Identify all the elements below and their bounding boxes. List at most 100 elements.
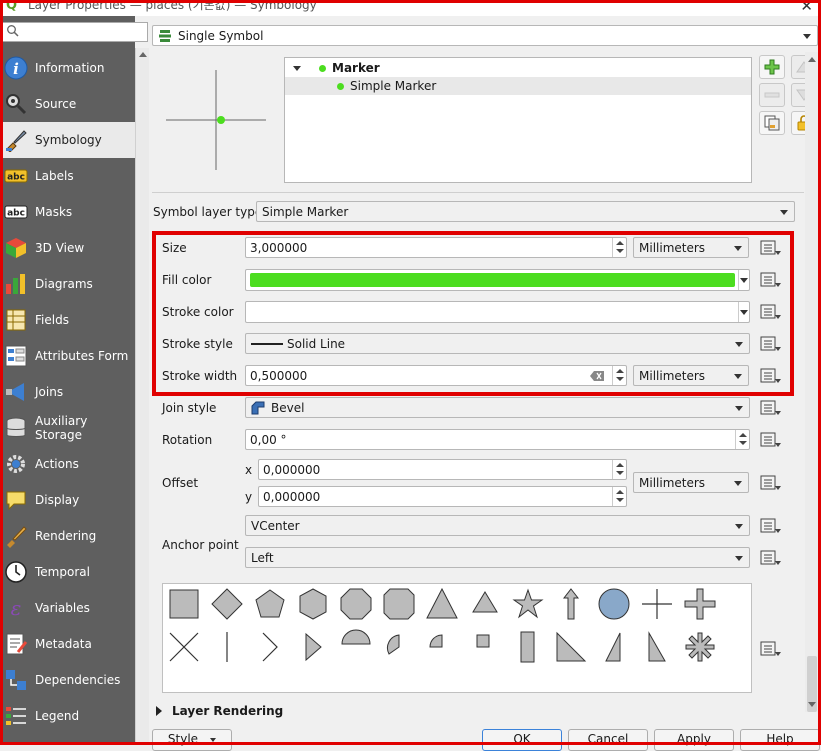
anchor-horizontal-select[interactable]: Left	[245, 547, 750, 568]
information-icon: i	[4, 56, 28, 80]
sidebar-item-information[interactable]: i Information	[0, 50, 135, 86]
sidebar-item-dependencies[interactable]: Dependencies	[0, 662, 135, 698]
offset-x-input[interactable]: 0,000000	[258, 459, 627, 480]
sidebar-item-attributes-form[interactable]: Attributes Form	[0, 338, 135, 374]
sidebar-item-metadata[interactable]: Metadata	[0, 626, 135, 662]
sidebar-item-auxiliary-storage[interactable]: Auxiliary Storage	[0, 410, 135, 446]
diagonal-half-square-shape-icon[interactable]	[639, 629, 675, 665]
offset-y-stepper[interactable]	[612, 487, 626, 506]
data-defined-override-icon[interactable]	[760, 549, 782, 567]
stroke-width-input[interactable]: 0,500000	[245, 365, 627, 386]
data-defined-override-icon[interactable]	[760, 303, 782, 321]
apply-button[interactable]: Apply	[654, 729, 734, 751]
fill-color-button[interactable]	[245, 269, 750, 291]
data-defined-override-icon[interactable]	[760, 474, 782, 492]
sidebar-item-display[interactable]: Display	[0, 482, 135, 518]
data-defined-override-icon[interactable]	[760, 431, 782, 449]
collapse-arrow-icon[interactable]	[293, 65, 301, 71]
left-half-triangle-shape-icon[interactable]	[596, 629, 632, 665]
quarter-square-shape-icon[interactable]	[467, 629, 503, 665]
data-defined-override-icon[interactable]	[760, 335, 782, 353]
sidebar-item-legend[interactable]: Legend	[0, 698, 135, 734]
layer-rendering-header[interactable]: Layer Rendering	[156, 704, 283, 718]
sidebar-item-temporal[interactable]: Temporal	[0, 554, 135, 590]
data-defined-override-icon[interactable]	[760, 271, 782, 289]
sidebar-item-actions[interactable]: Actions	[0, 446, 135, 482]
tree-row-marker[interactable]: Marker	[285, 59, 751, 77]
size-stepper[interactable]	[612, 238, 626, 257]
data-defined-override-icon[interactable]	[760, 367, 782, 385]
anchor-vertical-select[interactable]: VCenter	[245, 515, 750, 536]
marker-shape-palette[interactable]	[162, 583, 752, 693]
sidebar-item-3d-view[interactable]: 3D View	[0, 230, 135, 266]
right-half-triangle-shape-icon[interactable]	[553, 629, 589, 665]
chevron-down-icon[interactable]	[740, 310, 748, 315]
stroke-style-select[interactable]: Solid Line	[245, 333, 750, 354]
data-defined-override-icon[interactable]	[760, 239, 782, 257]
third-circle-shape-icon[interactable]	[381, 629, 417, 665]
sidebar-item-source[interactable]: Source	[0, 86, 135, 122]
sidebar-item-labels[interactable]: abc Labels	[0, 158, 135, 194]
data-defined-override-icon[interactable]	[760, 640, 782, 658]
sidebar-search-input[interactable]	[2, 22, 148, 42]
hexagon-shape-icon[interactable]	[295, 586, 331, 622]
style-button[interactable]: Style	[152, 729, 232, 751]
arrowhead-shape-icon[interactable]	[252, 629, 288, 665]
x-shape-icon[interactable]	[166, 629, 202, 665]
equilateral-triangle-shape-icon[interactable]	[467, 586, 503, 622]
cancel-button[interactable]: Cancel	[568, 729, 648, 751]
sidebar-item-rendering[interactable]: Rendering	[0, 518, 135, 554]
sidebar-item-masks[interactable]: abc Masks	[0, 194, 135, 230]
ok-button[interactable]: OK	[482, 729, 562, 751]
semicircle-shape-icon[interactable]	[338, 629, 374, 665]
quarter-circle-shape-icon[interactable]	[424, 629, 460, 665]
remove-symbol-layer-button[interactable]	[759, 83, 785, 107]
symbol-layer-type-select[interactable]: Simple Marker	[256, 201, 795, 222]
stroke-width-stepper[interactable]	[612, 366, 626, 385]
line-shape-icon[interactable]	[209, 629, 245, 665]
data-defined-override-icon[interactable]	[760, 399, 782, 417]
join-style-select[interactable]: Bevel	[245, 397, 750, 418]
square-rounded-shape-icon[interactable]	[381, 586, 417, 622]
renderer-type-select[interactable]: Single Symbol	[152, 25, 818, 46]
stroke-color-button[interactable]	[245, 301, 750, 323]
sidebar-item-diagrams[interactable]: Diagrams	[0, 266, 135, 302]
main-scrollbar[interactable]	[805, 52, 819, 712]
cross-fill-shape-icon[interactable]	[682, 586, 718, 622]
sidebar-item-variables[interactable]: ε Variables	[0, 590, 135, 626]
filled-arrowhead-shape-icon[interactable]	[295, 629, 331, 665]
sidebar-item-fields[interactable]: Fields	[0, 302, 135, 338]
star-shape-icon[interactable]	[510, 586, 546, 622]
asterisk-shape-icon[interactable]	[682, 629, 718, 665]
offset-y-input[interactable]: 0,000000	[258, 486, 627, 507]
clear-icon[interactable]	[590, 371, 604, 381]
square-shape-icon[interactable]	[166, 586, 202, 622]
add-symbol-layer-button[interactable]	[759, 55, 785, 79]
stroke-width-unit-select[interactable]: Millimeters	[633, 365, 749, 386]
offset-unit-select[interactable]: Millimeters	[633, 472, 749, 493]
source-icon	[4, 92, 28, 116]
pentagon-shape-icon[interactable]	[252, 586, 288, 622]
size-unit-select[interactable]: Millimeters	[633, 237, 749, 258]
data-defined-override-icon[interactable]	[760, 517, 782, 535]
symbol-layer-tree[interactable]: Marker Simple Marker	[284, 57, 752, 183]
chevron-down-icon[interactable]	[740, 278, 748, 283]
offset-x-stepper[interactable]	[612, 460, 626, 479]
cross-shape-icon[interactable]	[639, 586, 675, 622]
duplicate-layer-button[interactable]	[759, 111, 785, 135]
sidebar-item-joins[interactable]: Joins	[0, 374, 135, 410]
octagon-shape-icon[interactable]	[338, 586, 374, 622]
rotation-stepper[interactable]	[735, 430, 749, 449]
close-window-button[interactable]: ✕	[800, 0, 813, 15]
diamond-shape-icon[interactable]	[209, 586, 245, 622]
rotation-input[interactable]: 0,00 °	[245, 429, 750, 450]
sidebar-scrollbar[interactable]	[135, 48, 149, 745]
help-button[interactable]: Help	[740, 729, 820, 751]
tree-row-simple-marker[interactable]: Simple Marker	[285, 77, 751, 95]
triangle-shape-icon[interactable]	[424, 586, 460, 622]
sidebar-item-symbology[interactable]: Symbology	[0, 122, 135, 158]
half-square-shape-icon[interactable]	[510, 629, 546, 665]
size-input[interactable]: 3,000000	[245, 237, 627, 258]
arrow-shape-icon[interactable]	[553, 586, 589, 622]
circle-shape-icon[interactable]	[596, 586, 632, 622]
